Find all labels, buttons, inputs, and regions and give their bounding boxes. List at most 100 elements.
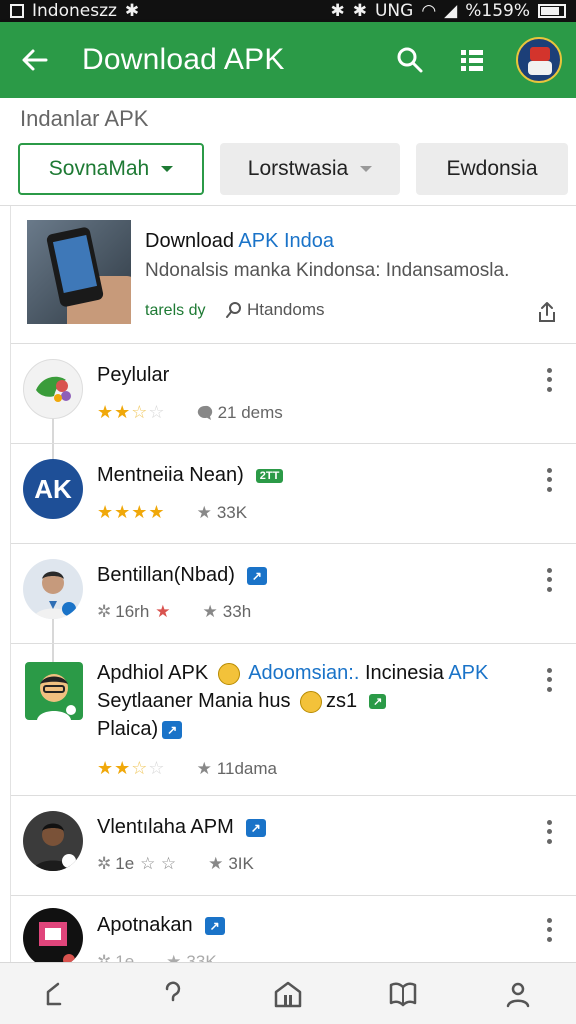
review-count: ★ 3IK [208,854,254,874]
more-options-icon[interactable] [541,466,557,494]
featured-card[interactable]: Download APK Indoa Ndonalsis manka Kindo… [11,206,576,344]
emoji-icon [300,690,323,713]
chip-label: Ewdonsia [446,157,538,180]
filter-bar: Indanlar APK SovnaMah Lorstwasia Ewdonsi… [0,98,576,206]
featured-description: Ndonalsis manka Kindonsa: Indansamosla. [145,260,510,281]
status-bar: Indoneszz ✱ ✱ ✱ UNG ◠ ◢ %159% [0,0,576,22]
filter-chip-1[interactable]: SovnaMah [18,143,204,195]
list-item[interactable]: Peylular ★ ★ ☆ ☆ 21 dems [11,344,576,444]
list-view-icon[interactable] [454,42,490,78]
home-outline-icon[interactable] [36,972,80,1016]
emoji-icon [217,662,240,685]
star-icon-red: ★ [155,602,171,622]
chevron-down-icon [360,166,373,172]
app-name-part: Apdhiol APK [97,662,209,684]
featured-tag[interactable]: tarels dy [145,302,205,320]
app-badge: 2TT [255,468,284,483]
carrier-symbol: ✱ [124,1,140,21]
app-name: Apdhiol APK Adoomsian:. Incinesia APK [97,662,488,685]
app-subtitle-2: Plaica) ↗ [97,718,183,741]
list-item[interactable]: Apdhiol APK Adoomsian:. Incinesia APK Se… [11,644,576,796]
battery-percent: %159% [465,1,530,21]
star-icon: ★ [202,602,218,622]
app-meta: ✲ 1e ☆ ☆ ★ 3IK [97,854,254,874]
app-meta: ★ ★ ☆ ☆ ★ 11dama [97,758,277,779]
back-arrow-icon[interactable] [14,40,54,80]
section-title: Indanlar APK [20,106,149,131]
review-count: 21 dems [197,403,283,423]
list-item[interactable]: Apotnakan ↗ ✲ 1e ★ 33K [11,896,576,966]
help-icon[interactable] [151,972,195,1016]
rating-text: 16rh [115,602,150,621]
star-outline-icon: ☆ ☆ [140,854,177,874]
app-meta: ★ ★ ★ ★ ★ 33K [97,502,247,523]
rating-icon: ✲ [97,602,112,621]
app-name-part: Incinesia [364,662,444,684]
list-item[interactable]: AK Mentneiia Nean) 2TT ★ ★ ★ ★ ★ 33K [11,444,576,544]
app-icon-leaf [23,359,83,419]
list-item[interactable]: Bentillan(Nbad) ↗ ✲ 16rh ★ ★ 33h [11,544,576,644]
app-icon-ak: AK [23,459,83,519]
app-meta: ★ ★ ☆ ☆ 21 dems [97,402,283,423]
review-count-text: 3IK [228,854,254,873]
app-badge: ↗ [162,720,183,739]
app-name: Mentneiia Nean) 2TT [97,464,284,487]
review-count: ★ 11dama [197,759,277,779]
chevron-down-icon [161,166,174,172]
app-badge: ↗ [204,916,225,935]
rating-text: 1e [115,854,135,873]
vibrate-icon: ✱ [352,1,367,21]
more-options-icon[interactable] [541,666,557,694]
app-badge: ↗ [245,818,266,837]
filter-chip-2[interactable]: Lorstwasia [220,143,400,195]
magnifier-icon [226,302,241,318]
app-name: Vlentılaha APM ↗ [97,816,266,839]
notification-icon [10,4,24,18]
search-icon[interactable] [392,42,428,78]
carrier-name: Indoneszz [32,1,117,21]
profile-avatar[interactable] [516,37,562,83]
more-options-icon[interactable] [541,566,557,594]
app-name-text: Vlentılaha APM [97,816,234,838]
account-icon[interactable] [496,972,540,1016]
app-name: Peylular [97,364,170,386]
library-book-icon[interactable] [381,972,425,1016]
review-count: ★ 33h [203,602,252,622]
wifi-icon: ◠ [421,1,437,21]
home-icon[interactable] [266,972,310,1016]
app-subtitle-code: zs1 [326,690,358,712]
avatar [23,811,83,871]
featured-search-label: Htandoms [247,300,325,319]
bluetooth-icon: ✱ [330,1,345,21]
share-icon[interactable] [533,298,561,326]
battery-icon [538,4,566,18]
featured-title-highlight[interactable]: APK Indoa [238,230,334,252]
star-icon: ★ [196,758,212,779]
app-icon-dark [23,908,83,966]
chip-label: SovnaMah [48,157,150,180]
review-count-text: 33h [222,602,252,621]
featured-search[interactable]: Htandoms [225,300,324,320]
app-name-text: Mentneiia Nean) [97,464,244,486]
list-item[interactable]: Vlentılaha APM ↗ ✲ 1e ☆ ☆ ★ 3IK [11,796,576,896]
app-meta: ✲ 16rh ★ ★ 33h [97,602,251,622]
svg-text:AK: AK [34,474,72,504]
filter-chip-3[interactable]: Ewdonsia [416,143,568,195]
network-label: UNG [374,1,414,21]
app-bar: Download APK [0,22,576,98]
rating-icon: ✲ [97,854,112,873]
app-name-link[interactable]: Adoomsian:. [248,662,359,684]
signal-icon: ◢ [444,1,458,21]
more-options-icon[interactable] [541,818,557,846]
app-name: Bentillan(Nbad) ↗ [97,564,267,587]
more-options-icon[interactable] [541,366,557,394]
review-count-text: 33K [216,502,248,522]
star-icon: ★ [196,502,212,523]
more-options-icon[interactable] [541,916,557,944]
app-name-link[interactable]: APK [448,662,488,684]
app-icon-cartoon [25,662,83,720]
app-subtitle: Seytlaaner Mania hus zs1 ↗ [97,690,387,713]
featured-title: Download APK Indoa [145,230,334,253]
app-subtitle-text: Plaica) [97,718,159,740]
app-badge: ↗ [369,694,387,710]
